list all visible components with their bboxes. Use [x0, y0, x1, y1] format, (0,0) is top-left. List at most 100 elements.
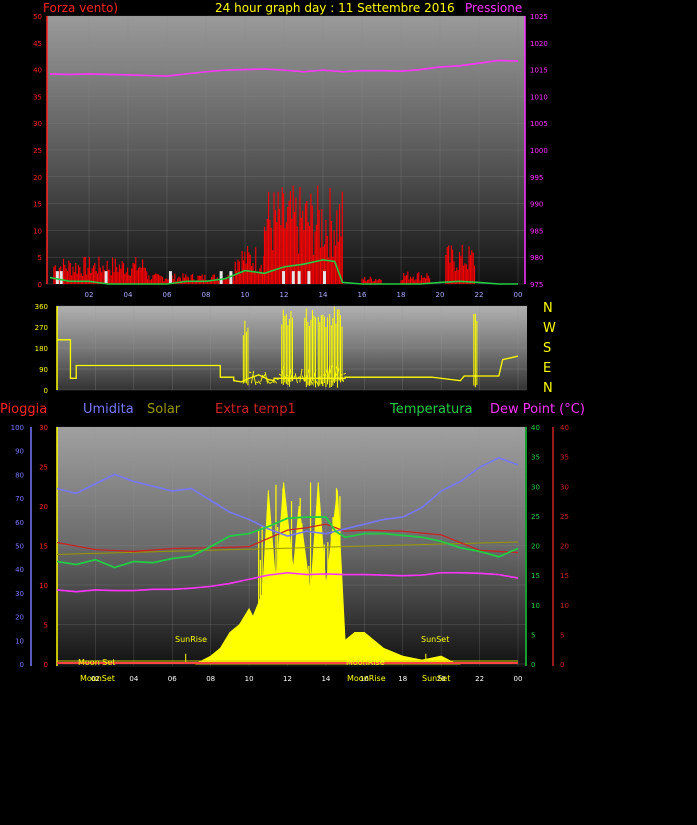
time-tick-label: 16: [358, 291, 367, 299]
sunrise-label: SunRise: [175, 635, 207, 644]
extra-tick-label: 20: [560, 543, 569, 551]
pressure-tick-label: 1020: [530, 40, 548, 48]
legend-dew-point: Dew Point (°C): [490, 402, 585, 417]
time-tick-label: 00: [514, 291, 523, 299]
pressure-tick-label: 990: [530, 201, 543, 209]
wind-tick-label: 35: [33, 93, 42, 101]
wind-tick-label: 25: [33, 147, 42, 155]
solar-tick-label: 0: [44, 661, 48, 669]
wind-axis-title: Forza vento): [43, 1, 118, 15]
pressure-axis-title: Pressione: [465, 1, 522, 15]
moonrise-label: MoonRise: [346, 658, 385, 667]
pressure-tick-label: 975: [530, 281, 543, 289]
wind-tick-label: 15: [33, 201, 42, 209]
time-tick-label: 14: [319, 291, 328, 299]
solar-tick-label: 15: [39, 543, 48, 551]
humidity-tick-label: 10: [15, 637, 24, 645]
extra-tick-label: 30: [560, 483, 569, 491]
time-tick-label: 12: [283, 675, 292, 683]
legend-rain: Pioggia: [0, 402, 47, 417]
time-tick-label: 20: [436, 291, 445, 299]
time-tick-label: 08: [206, 675, 215, 683]
humidity-tick-label: 60: [15, 519, 24, 527]
weather-graph: Forza vento) 24 hour graph day : 11 Sett…: [0, 1, 585, 683]
temp-tick-label: 30: [531, 483, 540, 491]
time-tick-label: 08: [202, 291, 211, 299]
legend-solar: Solar: [147, 402, 181, 417]
pressure-tick-label: 1015: [530, 67, 548, 75]
direction-tick-label: 180: [35, 345, 48, 353]
wind-gust-bar: [323, 271, 326, 284]
compass-label: E: [543, 361, 551, 376]
wind-gust-bar: [291, 271, 295, 284]
extra-tick-label: 15: [560, 572, 569, 580]
sunset-label-2: SunSet: [422, 674, 450, 683]
wind-tick-label: 50: [33, 13, 42, 21]
temp-tick-label: 15: [531, 572, 540, 580]
temp-tick-label: 25: [531, 513, 540, 521]
wind-gust-bar: [307, 271, 311, 284]
compass-label: N: [543, 381, 553, 396]
time-tick-label: 10: [245, 675, 254, 683]
extra-tick-label: 0: [560, 661, 564, 669]
wind-tick-label: 20: [33, 174, 42, 182]
wind-gust-bar: [219, 271, 223, 284]
extra-tick-label: 10: [560, 602, 569, 610]
humidity-tick-label: 100: [11, 424, 24, 432]
extra-tick-label: 35: [560, 454, 569, 462]
temp-tick-label: 40: [531, 424, 540, 432]
humidity-tick-label: 70: [15, 495, 24, 503]
wind-tick-label: 45: [33, 40, 42, 48]
legend-extra-temp: Extra temp1: [215, 402, 296, 417]
temp-tick-label: 0: [531, 661, 535, 669]
time-tick-label: 02: [85, 291, 94, 299]
pressure-tick-label: 1000: [530, 147, 548, 155]
humidity-tick-label: 30: [15, 590, 24, 598]
wind-direction-noise: [285, 374, 289, 377]
moonrise-label-2: MoonRise: [347, 674, 386, 683]
direction-tick-label: 90: [39, 366, 48, 374]
wind-tick-label: 40: [33, 67, 42, 75]
solar-tick-label: 20: [39, 503, 48, 511]
extra-tick-label: 40: [560, 424, 569, 432]
legend-humidity: Umidita: [83, 402, 134, 417]
sunset-label: SunSet: [421, 635, 449, 644]
time-tick-label: 04: [124, 291, 133, 299]
pressure-tick-label: 1010: [530, 93, 548, 101]
wind-gust-bar: [282, 271, 286, 284]
humidity-tick-label: 80: [15, 471, 24, 479]
time-tick-label: 12: [280, 291, 289, 299]
time-tick-label: 18: [397, 291, 406, 299]
humidity-tick-label: 20: [15, 614, 24, 622]
pressure-tick-label: 1025: [530, 13, 548, 21]
pressure-tick-label: 980: [530, 254, 543, 262]
temp-tick-label: 20: [531, 543, 540, 551]
wind-tick-label: 10: [33, 227, 42, 235]
time-tick-label: 18: [398, 675, 407, 683]
solar-tick-label: 25: [39, 464, 48, 472]
compass-label: W: [543, 321, 556, 336]
wind-gust-bar: [297, 271, 301, 284]
humidity-tick-label: 40: [15, 566, 24, 574]
wind-tick-label: 30: [33, 120, 42, 128]
direction-tick-label: 270: [35, 324, 48, 332]
wind-tick-label: 0: [38, 281, 42, 289]
chart-title: 24 hour graph day : 11 Settembre 2016: [215, 1, 455, 15]
direction-tick-label: 360: [35, 303, 48, 311]
time-tick-label: 06: [168, 675, 177, 683]
compass-label: N: [543, 301, 553, 316]
pressure-tick-label: 995: [530, 174, 543, 182]
wind-tick-label: 5: [38, 254, 42, 262]
solar-tick-label: 10: [39, 582, 48, 590]
solar-tick-label: 5: [44, 622, 48, 630]
compass-label: S: [543, 341, 551, 356]
humidity-tick-label: 0: [20, 661, 24, 669]
extra-tick-label: 25: [560, 513, 569, 521]
direction-tick-label: 0: [44, 387, 48, 395]
extra-tick-label: 5: [560, 631, 564, 639]
legend-temperature: Temperatura: [389, 402, 473, 417]
temp-tick-label: 5: [531, 631, 535, 639]
temp-tick-label: 35: [531, 454, 540, 462]
time-tick-label: 10: [241, 291, 250, 299]
wind-gust-bar: [104, 271, 108, 284]
